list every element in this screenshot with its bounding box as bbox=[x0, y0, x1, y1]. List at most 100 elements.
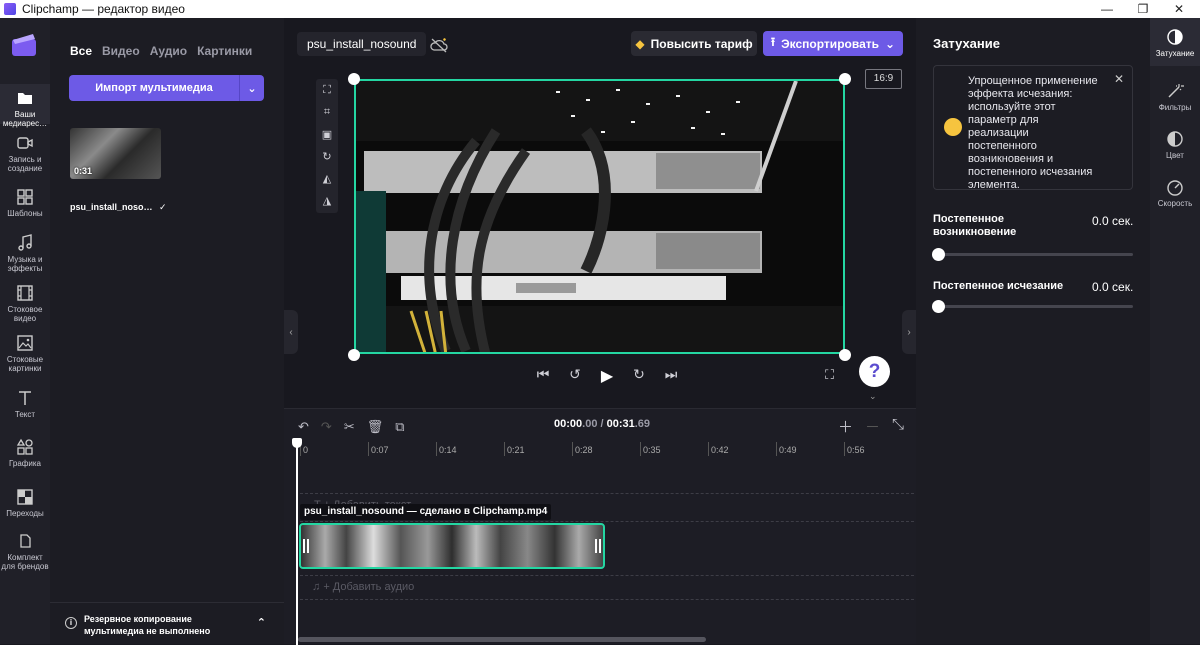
resize-handle-bottom-left[interactable] bbox=[348, 349, 360, 361]
backup-status[interactable]: i Резервное копирование мультимедиа не в… bbox=[50, 602, 284, 644]
clip-trim-handle-left[interactable] bbox=[303, 539, 309, 553]
media-duration: 0:31 bbox=[74, 166, 93, 176]
fullscreen-icon[interactable]: ⛶ bbox=[825, 367, 834, 383]
tab-video[interactable]: Видео bbox=[102, 44, 140, 58]
clip-trim-handle-right[interactable] bbox=[595, 539, 601, 553]
fade-in-label: Постепенное возникновение bbox=[933, 213, 1017, 238]
rail-music-effects[interactable]: Музыка и эффекты bbox=[0, 234, 50, 273]
rail-your-media[interactable]: Ваши медиарес… bbox=[0, 84, 50, 128]
rail-graphics[interactable]: Графика bbox=[0, 438, 50, 468]
diamond-icon: ◆ bbox=[635, 36, 645, 51]
export-button[interactable]: ⭱ Экспортировать ⌄ bbox=[763, 31, 903, 56]
tab-images[interactable]: Картинки bbox=[197, 44, 252, 58]
ruler-tick: 0:28 bbox=[572, 442, 593, 456]
tab-audio[interactable]: Аудио bbox=[150, 44, 187, 58]
rotate-icon[interactable]: ↻ bbox=[316, 145, 338, 167]
rail-speed[interactable]: Скорость bbox=[1150, 178, 1200, 208]
speed-icon bbox=[1167, 180, 1183, 196]
text-icon bbox=[19, 391, 31, 405]
aspect-ratio-button[interactable]: 16:9 bbox=[865, 69, 902, 89]
resize-handle-top-left[interactable] bbox=[348, 73, 360, 85]
window-title: Clipchamp — редактор видео bbox=[22, 2, 185, 16]
rail-color[interactable]: Цвет bbox=[1150, 130, 1200, 160]
clipchamp-logo bbox=[12, 34, 36, 56]
add-audio-track[interactable]: ♫ + Добавить аудио bbox=[312, 581, 414, 593]
tab-all[interactable]: Все bbox=[70, 44, 92, 58]
skip-to-end-icon[interactable]: ⏭ bbox=[662, 366, 680, 386]
rail-stock-video[interactable]: Стоковое видео bbox=[0, 284, 50, 323]
rail-transitions[interactable]: Переходы bbox=[0, 488, 50, 518]
import-media-button[interactable]: Импорт мультимедиа ⌄ bbox=[69, 75, 264, 101]
cloud-offline-icon[interactable] bbox=[429, 36, 449, 54]
preview-edit-toolbar: ⛶ ⌗ ▣ ↻ ◭ ◮ bbox=[316, 79, 338, 213]
forward-5s-icon[interactable]: ↻ bbox=[630, 366, 648, 386]
timeline-ruler[interactable]: 0 0:07 0:14 0:21 0:28 0:35 0:42 0:49 0:5… bbox=[300, 442, 916, 456]
split-icon[interactable]: ✂ bbox=[344, 419, 355, 435]
flip-vertical-icon[interactable]: ◮ bbox=[316, 189, 338, 211]
close-icon[interactable]: ✕ bbox=[1114, 72, 1124, 86]
playhead[interactable] bbox=[296, 439, 298, 645]
zoom-in-icon[interactable]: ＋ bbox=[838, 416, 853, 437]
rail-record-create[interactable]: Запись и создание bbox=[0, 134, 50, 173]
video-frame bbox=[356, 81, 843, 352]
fade-out-slider-knob[interactable] bbox=[932, 300, 945, 313]
collapse-properties-panel-button[interactable]: › bbox=[902, 310, 916, 354]
chevron-down-icon[interactable]: ⌄ bbox=[239, 75, 264, 101]
duplicate-icon[interactable]: ⧉ bbox=[395, 419, 404, 435]
music-icon bbox=[18, 234, 32, 251]
rail-templates[interactable]: Шаблоны bbox=[0, 188, 50, 218]
rail-filters[interactable]: Фильтры bbox=[1150, 82, 1200, 112]
info-icon: i bbox=[65, 617, 77, 629]
fade-in-slider-knob[interactable] bbox=[932, 248, 945, 261]
resize-handle-bottom-right[interactable] bbox=[839, 349, 851, 361]
project-name-field[interactable]: psu_install_nosound bbox=[297, 32, 427, 56]
image-icon bbox=[17, 335, 33, 351]
crop-icon[interactable]: ⌗ bbox=[316, 101, 338, 123]
undo-icon[interactable]: ↶ bbox=[298, 419, 309, 435]
timeline-scrollbar[interactable] bbox=[298, 637, 706, 642]
rail-stock-images[interactable]: Стоковые картинки bbox=[0, 334, 50, 373]
fade-in-slider[interactable] bbox=[932, 248, 1133, 261]
media-item-name: psu_install_noso… ✓ bbox=[70, 202, 167, 212]
import-media-label[interactable]: Импорт мультимедиа bbox=[69, 75, 239, 101]
rail-brand-kit[interactable]: Комплект для брендов bbox=[0, 532, 50, 572]
rail-text[interactable]: Текст bbox=[0, 389, 50, 419]
rail-fade[interactable]: Затухание bbox=[1150, 18, 1200, 66]
fit-timeline-icon[interactable]: ⤡ bbox=[892, 416, 904, 437]
chevron-down-icon[interactable]: ⌄ bbox=[869, 391, 877, 402]
fade-icon bbox=[1167, 29, 1183, 45]
zoom-out-icon[interactable]: － bbox=[865, 416, 880, 437]
text-track-top-line bbox=[300, 493, 914, 494]
panel-title: Затухание bbox=[933, 36, 1000, 51]
ruler-tick: 0:56 bbox=[844, 442, 865, 456]
help-button[interactable]: ? bbox=[859, 356, 890, 387]
fade-out-value: 0.0 сек. bbox=[1092, 280, 1134, 294]
audio-track-top-line bbox=[300, 575, 914, 576]
timeline-toolbar: ↶ ↷ ✂ 🗑 ⧉ bbox=[298, 419, 405, 435]
brand-kit-icon bbox=[20, 534, 31, 548]
ruler-tick: 0:14 bbox=[436, 442, 457, 456]
resize-handle-top-right[interactable] bbox=[839, 73, 851, 85]
skip-to-start-icon[interactable]: ⏮ bbox=[534, 366, 552, 386]
delete-icon[interactable]: 🗑 bbox=[367, 419, 384, 435]
close-window-button[interactable]: ✕ bbox=[1156, 0, 1200, 18]
video-preview[interactable] bbox=[354, 79, 845, 354]
collapse-media-panel-button[interactable]: ‹ bbox=[284, 310, 298, 354]
transitions-icon bbox=[17, 489, 33, 505]
video-clip[interactable] bbox=[299, 523, 605, 569]
chevron-up-icon[interactable]: ⌃ bbox=[257, 617, 266, 629]
pip-icon[interactable]: ▣ bbox=[316, 123, 338, 145]
tip-card: Упрощенное применение эффекта исчезания:… bbox=[933, 65, 1133, 191]
flip-horizontal-icon[interactable]: ◭ bbox=[316, 167, 338, 189]
chevron-down-icon: ⌄ bbox=[885, 36, 896, 51]
clipchamp-app-icon bbox=[4, 3, 16, 15]
timeline: ↶ ↷ ✂ 🗑 ⧉ 00:00.00 / 00:31.69 ＋ － ⤡ 0 0:… bbox=[284, 408, 916, 645]
redo-icon[interactable]: ↷ bbox=[321, 419, 332, 435]
play-icon[interactable]: ▶ bbox=[598, 366, 616, 386]
upgrade-plan-button[interactable]: ◆ Повысить тариф bbox=[631, 31, 757, 56]
ruler-tick: 0:21 bbox=[504, 442, 525, 456]
rewind-5s-icon[interactable]: ↺ bbox=[566, 366, 584, 386]
fade-out-slider[interactable] bbox=[932, 300, 1133, 313]
media-thumbnail[interactable]: 0:31 bbox=[70, 128, 161, 179]
fit-icon[interactable]: ⛶ bbox=[316, 79, 338, 101]
